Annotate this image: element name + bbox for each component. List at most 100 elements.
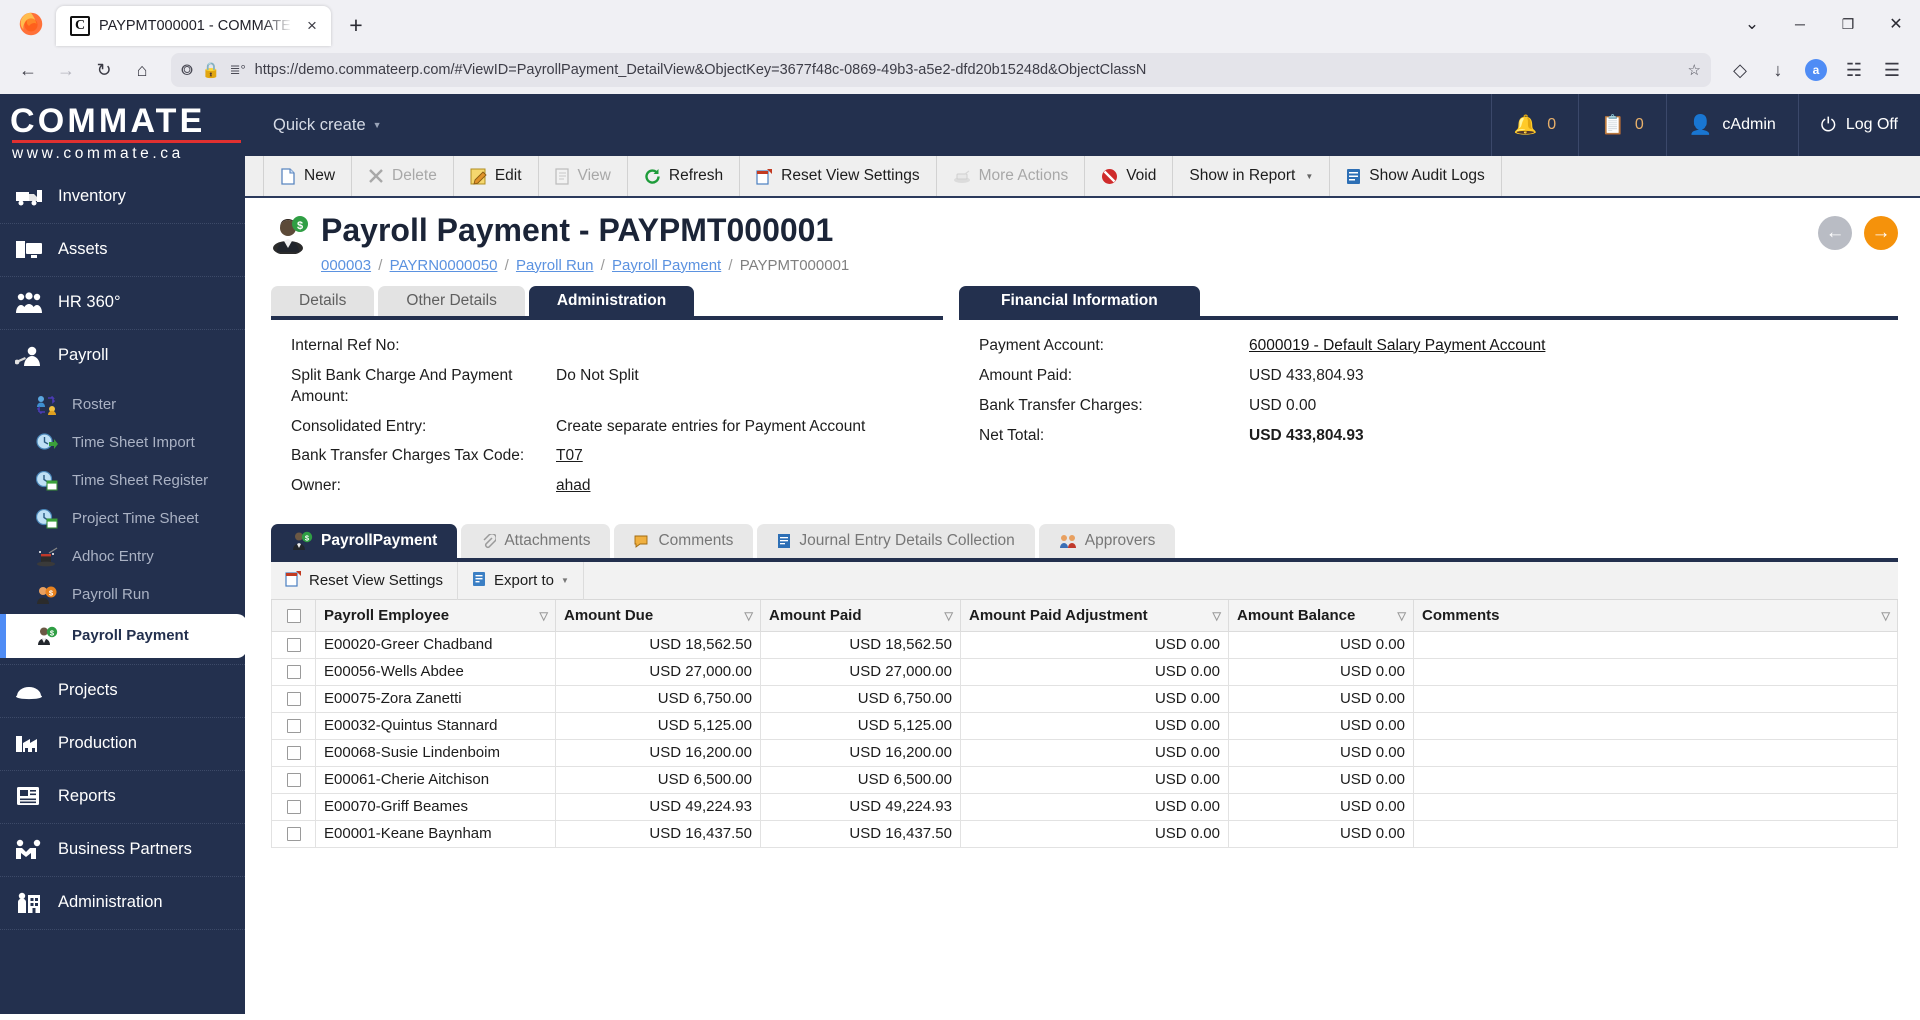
next-record-button[interactable]: → bbox=[1864, 216, 1898, 250]
sidebar-subitem-payroll-payment[interactable]: $ Payroll Payment bbox=[0, 613, 245, 658]
tasks-button[interactable]: 📋 0 bbox=[1578, 94, 1666, 156]
grid-cell-checkbox[interactable] bbox=[271, 738, 316, 767]
permissions-icon[interactable]: ≣° bbox=[230, 62, 246, 78]
forward-icon[interactable]: → bbox=[48, 53, 84, 87]
table-row[interactable]: E00061-Cherie Aitchison USD 6,500.00 USD 6… bbox=[271, 765, 1898, 794]
previous-record-button[interactable]: ← bbox=[1818, 216, 1852, 250]
close-tab-icon[interactable]: × bbox=[301, 15, 323, 37]
toolbar-edit-button[interactable]: Edit bbox=[454, 156, 539, 196]
table-row[interactable]: E00032-Quintus Stannard USD 5,125.00 USD 5… bbox=[271, 711, 1898, 740]
brand-logo[interactable]: COMMATE www.commate.ca bbox=[0, 94, 245, 171]
sidebar-item-production[interactable]: Production bbox=[0, 718, 245, 771]
sidebar-subitem-adhoc-entry[interactable]: Adhoc Entry bbox=[0, 538, 245, 576]
sidebar-subitem-time-sheet-import[interactable]: Time Sheet Import bbox=[0, 424, 245, 462]
close-window-button[interactable]: ✕ bbox=[1872, 4, 1920, 44]
table-row[interactable]: E00001-Keane Baynham USD 16,437.50 USD 16,… bbox=[271, 819, 1898, 848]
toolbar-refresh-button[interactable]: Refresh bbox=[628, 156, 741, 196]
field-value-link[interactable]: ahad bbox=[556, 477, 590, 494]
grid-column-header-amount_paid_adj[interactable]: Amount Paid Adjustment ▽ bbox=[960, 600, 1229, 632]
reload-icon[interactable]: ↻ bbox=[86, 53, 122, 87]
sidebar-item-administration[interactable]: Administration bbox=[0, 877, 245, 930]
toolbar-show-audit-logs-button[interactable]: Show Audit Logs bbox=[1330, 156, 1502, 196]
lock-icon[interactable]: 🔒 bbox=[202, 61, 221, 79]
user-menu[interactable]: 👤 cAdmin bbox=[1665, 94, 1798, 156]
collection-tab-journal-entry-details-collection[interactable]: Journal Entry Details Collection bbox=[757, 524, 1035, 559]
select-all-checkbox[interactable] bbox=[286, 609, 301, 624]
row-checkbox[interactable] bbox=[286, 746, 301, 761]
tab-administration[interactable]: Administration bbox=[528, 285, 695, 316]
new-tab-button[interactable]: + bbox=[339, 8, 373, 42]
field-value[interactable]: ahad bbox=[556, 476, 943, 497]
table-row[interactable]: E00070-Griff Beames USD 49,224.93 USD 49,2… bbox=[271, 792, 1898, 821]
grid-cell-checkbox[interactable] bbox=[271, 819, 316, 848]
row-checkbox[interactable] bbox=[286, 638, 301, 653]
grid-cell-checkbox[interactable] bbox=[271, 630, 316, 659]
grid-column-header-checkbox[interactable] bbox=[271, 600, 316, 632]
tab-details[interactable]: Details bbox=[271, 285, 375, 316]
collection-tab-attachments[interactable]: Attachments bbox=[461, 524, 611, 559]
grid-toolbar-export-to-button[interactable]: Export to ▼ bbox=[458, 561, 584, 600]
logoff-button[interactable]: ⏻ Log Off bbox=[1797, 94, 1920, 156]
toolbar-reset-view-settings-button[interactable]: Reset View Settings bbox=[740, 156, 937, 196]
toolbar-new-button[interactable]: New bbox=[263, 156, 353, 196]
grid-cell-checkbox[interactable] bbox=[271, 657, 316, 686]
sidebar-item-reports[interactable]: Reports bbox=[0, 771, 245, 824]
notifications-button[interactable]: 🔔 0 bbox=[1490, 94, 1579, 156]
grid-column-header-amount_balance[interactable]: Amount Balance ▽ bbox=[1228, 600, 1414, 632]
toolbar-void-button[interactable]: Void bbox=[1085, 156, 1174, 196]
field-value-link[interactable]: 6000019 - Default Salary Payment Account bbox=[1249, 337, 1545, 354]
grid-column-header-amount_paid[interactable]: Amount Paid ▽ bbox=[760, 600, 961, 632]
table-row[interactable]: E00020-Greer Chadband USD 18,562.50 USD 18… bbox=[271, 630, 1898, 659]
sidebar-item-payroll[interactable]: Payroll bbox=[0, 330, 245, 382]
column-filter-icon[interactable]: ▽ bbox=[1213, 609, 1221, 622]
collection-tab-payrollpayment[interactable]: $ PayrollPayment bbox=[271, 524, 458, 559]
grid-column-header-employee[interactable]: Payroll Employee ▽ bbox=[315, 600, 556, 632]
collection-tab-approvers[interactable]: Approvers bbox=[1038, 524, 1176, 559]
sidebar-subitem-payroll-run[interactable]: $ Payroll Run bbox=[0, 576, 245, 614]
field-value[interactable]: T07 bbox=[556, 446, 943, 467]
table-row[interactable]: E00068-Susie Lindenboim USD 16,200.00 USD … bbox=[271, 738, 1898, 767]
tab-financial-information[interactable]: Financial Information bbox=[959, 285, 1200, 316]
row-checkbox[interactable] bbox=[286, 719, 301, 734]
toolbar-show-in-report-button[interactable]: Show in Report ▼ bbox=[1173, 156, 1331, 196]
maximize-button[interactable]: ❐ bbox=[1824, 4, 1872, 44]
tab-other-details[interactable]: Other Details bbox=[378, 285, 525, 316]
grid-column-header-comments[interactable]: Comments ▽ bbox=[1413, 600, 1898, 632]
url-text[interactable]: https://demo.commateerp.com/#ViewID=Payr… bbox=[255, 62, 1679, 78]
home-icon[interactable]: ⌂ bbox=[124, 53, 160, 87]
column-filter-icon[interactable]: ▽ bbox=[1882, 609, 1890, 622]
collection-tab-comments[interactable]: Comments bbox=[614, 524, 754, 559]
account-avatar[interactable]: a bbox=[1798, 53, 1834, 87]
sidebar-item-hr-360[interactable]: HR 360° bbox=[0, 277, 245, 330]
extensions-icon[interactable]: ☵ bbox=[1836, 53, 1872, 87]
quick-create-menu[interactable]: Quick create ▼ bbox=[273, 116, 382, 135]
bookmark-star-icon[interactable]: ☆ bbox=[1688, 61, 1701, 79]
sidebar-item-business-partners[interactable]: Business Partners bbox=[0, 824, 245, 877]
sidebar-subitem-time-sheet-register[interactable]: Time Sheet Register bbox=[0, 462, 245, 500]
sidebar-subitem-project-time-sheet[interactable]: Project Time Sheet bbox=[0, 500, 245, 538]
breadcrumb-item[interactable]: PAYRN0000050 bbox=[390, 257, 498, 274]
grid-toolbar-reset-view-settings-button[interactable]: Reset View Settings bbox=[271, 561, 458, 600]
browser-tab-active[interactable]: C PAYPMT000001 - COMMATE ERP × bbox=[56, 6, 331, 46]
column-filter-icon[interactable]: ▽ bbox=[745, 609, 753, 622]
breadcrumb-item[interactable]: 000003 bbox=[321, 257, 371, 274]
row-checkbox[interactable] bbox=[286, 800, 301, 815]
row-checkbox[interactable] bbox=[286, 665, 301, 680]
column-filter-icon[interactable]: ▽ bbox=[1398, 609, 1406, 622]
grid-cell-checkbox[interactable] bbox=[271, 684, 316, 713]
table-row[interactable]: E00075-Zora Zanetti USD 6,750.00 USD 6,750… bbox=[271, 684, 1898, 713]
row-checkbox[interactable] bbox=[286, 773, 301, 788]
table-row[interactable]: E00056-Wells Abdee USD 27,000.00 USD 27,00… bbox=[271, 657, 1898, 686]
list-all-tabs-icon[interactable]: ⌄ bbox=[1728, 4, 1776, 44]
downloads-icon[interactable]: ↓ bbox=[1760, 53, 1796, 87]
field-value[interactable]: 6000019 - Default Salary Payment Account bbox=[1249, 336, 1898, 357]
grid-column-header-amount_due[interactable]: Amount Due ▽ bbox=[555, 600, 761, 632]
shield-icon[interactable]: ⭗ bbox=[181, 62, 193, 79]
sidebar-item-assets[interactable]: Assets bbox=[0, 224, 245, 277]
breadcrumb-item[interactable]: Payroll Run bbox=[516, 257, 594, 274]
back-icon[interactable]: ← bbox=[10, 53, 46, 87]
sidebar-item-projects[interactable]: Projects bbox=[0, 665, 245, 718]
grid-cell-checkbox[interactable] bbox=[271, 765, 316, 794]
field-value-link[interactable]: T07 bbox=[556, 447, 583, 464]
breadcrumb-item[interactable]: Payroll Payment bbox=[612, 257, 721, 274]
